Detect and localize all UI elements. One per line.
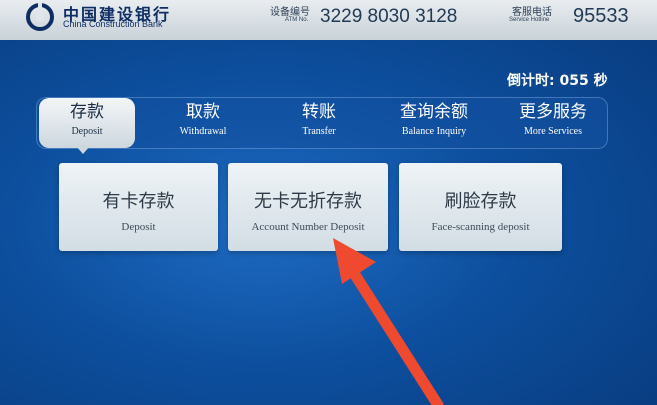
card-face-scanning-deposit-en: Face-scanning deposit <box>431 221 530 233</box>
bank-name-en: China Construction Bank <box>63 19 163 29</box>
active-tab-pointer <box>76 146 90 154</box>
nav-tab-more-services-en: More Services <box>523 126 583 137</box>
atm-label-cn: 设备编号 <box>270 7 310 18</box>
nav-tab-transfer[interactable]: 转账 Transfer <box>275 98 363 148</box>
nav-tab-balance-inquiry-en: Balance Inquiry <box>401 126 467 137</box>
nav-tab-withdrawal-cn: 取款 <box>186 102 220 122</box>
card-deposit-with-card-en: Deposit <box>121 221 156 233</box>
nav-tab-deposit-en: Deposit <box>71 126 103 137</box>
atm-number: 3229 8030 3128 <box>320 6 458 27</box>
nav-tab-more-services[interactable]: 更多服务 More Services <box>507 98 599 148</box>
countdown-timer: 倒计时: 055 秒 <box>507 73 608 89</box>
card-account-number-deposit-cn: 无卡无折存款 <box>254 191 362 212</box>
service-nav: 存款 Deposit 取款 Withdrawal 转账 Transfer 查询余… <box>36 97 608 149</box>
nav-tab-balance-inquiry[interactable]: 查询余额 Balance Inquiry <box>387 98 481 148</box>
nav-tab-more-services-cn: 更多服务 <box>519 102 587 122</box>
ccb-logo-icon <box>26 3 54 31</box>
hotline-number: 95533 <box>573 5 629 27</box>
card-account-number-deposit-en: Account Number Deposit <box>251 221 365 233</box>
card-deposit-with-card-cn: 有卡存款 <box>102 191 175 212</box>
nav-tab-transfer-en: Transfer <box>302 126 336 137</box>
card-deposit-with-card-button[interactable]: 有卡存款 Deposit <box>59 163 218 251</box>
nav-tab-balance-inquiry-cn: 查询余额 <box>400 102 468 122</box>
nav-tab-deposit-cn: 存款 <box>70 102 104 122</box>
header-bar: 中国建设银行 China Construction Bank 设备编号 ATM … <box>0 0 657 40</box>
card-face-scanning-deposit-button[interactable]: 刷脸存款 Face-scanning deposit <box>399 163 562 251</box>
atm-label-en: ATM No. <box>285 17 309 23</box>
nav-tab-deposit[interactable]: 存款 Deposit <box>39 98 135 148</box>
card-face-scanning-deposit-cn: 刷脸存款 <box>444 191 517 212</box>
hotline-label-cn: 客服电话 <box>512 7 552 18</box>
card-account-number-deposit-button[interactable]: 无卡无折存款 Account Number Deposit <box>228 163 388 251</box>
nav-tab-withdrawal-en: Withdrawal <box>179 126 227 137</box>
hotline-label-en: Service Hotline <box>509 17 550 23</box>
nav-tab-transfer-cn: 转账 <box>302 102 336 122</box>
nav-tab-withdrawal[interactable]: 取款 Withdrawal <box>157 98 249 148</box>
